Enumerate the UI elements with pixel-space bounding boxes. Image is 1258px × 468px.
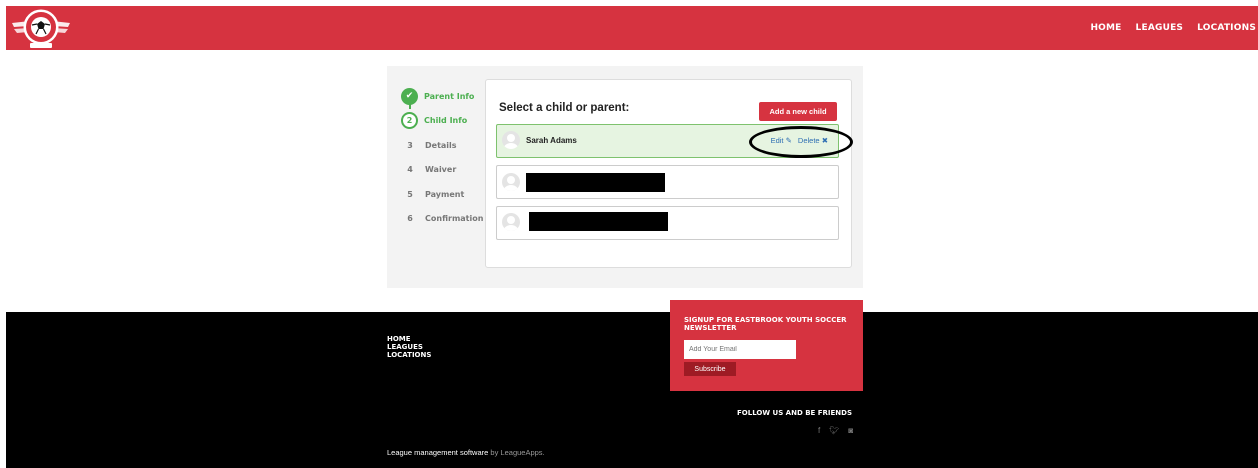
- top-navbar: HOME LEAGUES LOCATIONS: [6, 6, 1258, 50]
- annotation-circle: [749, 126, 853, 158]
- copyright-text: League management software: [387, 448, 489, 457]
- step-label: Waiver: [425, 165, 457, 175]
- page-left-margin: [0, 0, 6, 468]
- social-links: f 🐦︎ ◙: [818, 426, 853, 435]
- subscribe-button[interactable]: Subscribe: [684, 362, 736, 376]
- footer-leagues-link[interactable]: LEAGUES: [387, 343, 431, 351]
- avatar: [502, 213, 520, 231]
- footer-links: HOME LEAGUES LOCATIONS: [387, 335, 431, 359]
- newsletter-title: SIGNUP FOR EASTBROOK YOUTH SOCCER NEWSLE…: [684, 316, 847, 332]
- instagram-icon[interactable]: ◙: [848, 426, 853, 435]
- wizard-steps: ✔ Parent Info 2 Child Info 3 Details 4 W…: [401, 84, 491, 231]
- site-footer: HOME LEAGUES LOCATIONS SIGNUP FOR EASTBR…: [6, 300, 1258, 468]
- newsletter-box: SIGNUP FOR EASTBROOK YOUTH SOCCER NEWSLE…: [670, 300, 863, 391]
- step-waiver: 4 Waiver: [401, 158, 491, 183]
- child-select-panel: Select a child or parent: Add a new chil…: [485, 79, 852, 268]
- step-confirmation: 6 Confirmation: [401, 207, 491, 232]
- twitter-icon[interactable]: 🐦︎: [829, 426, 839, 435]
- step-label: Parent Info: [424, 91, 475, 101]
- step-label: Details: [425, 140, 457, 150]
- registration-wizard: ✔ Parent Info 2 Child Info 3 Details 4 W…: [387, 66, 863, 288]
- child-row[interactable]: [496, 165, 839, 199]
- footer-home-link[interactable]: HOME: [387, 335, 431, 343]
- child-row[interactable]: [496, 206, 839, 240]
- follow-heading: FOLLOW US AND BE FRIENDS: [737, 409, 853, 417]
- step-number: 5: [407, 189, 413, 199]
- step-number: 4: [407, 165, 413, 175]
- avatar: [502, 131, 520, 149]
- step-label: Payment: [425, 189, 465, 199]
- step-child-info[interactable]: 2 Child Info: [401, 109, 491, 134]
- step-number: 3: [407, 140, 413, 150]
- step-number: 2: [401, 112, 418, 130]
- redacted-name: [529, 212, 668, 231]
- nav-home-link[interactable]: HOME: [1090, 23, 1121, 33]
- child-name: Sarah Adams: [526, 136, 577, 145]
- newsletter-email-input[interactable]: [684, 340, 796, 359]
- facebook-icon[interactable]: f: [818, 426, 820, 435]
- step-details: 3 Details: [401, 133, 491, 158]
- step-label: Child Info: [424, 116, 468, 126]
- step-number: 6: [407, 214, 413, 224]
- footer-locations-link[interactable]: LOCATIONS: [387, 351, 431, 359]
- leagueapps-link[interactable]: by LeagueApps.: [490, 448, 544, 457]
- club-logo[interactable]: [10, 8, 72, 50]
- nav-leagues-link[interactable]: LEAGUES: [1136, 23, 1184, 33]
- copyright-line: League management software by LeagueApps…: [387, 448, 545, 457]
- redacted-name: [526, 173, 665, 192]
- step-label: Confirmation: [425, 214, 484, 224]
- avatar: [502, 173, 520, 191]
- nav-locations-link[interactable]: LOCATIONS: [1197, 23, 1256, 33]
- step-parent-info[interactable]: ✔ Parent Info: [401, 84, 491, 109]
- step-payment: 5 Payment: [401, 182, 491, 207]
- add-new-child-button[interactable]: Add a new child: [759, 102, 837, 121]
- panel-title: Select a child or parent:: [499, 102, 630, 114]
- main-nav: HOME LEAGUES LOCATIONS: [1090, 6, 1256, 50]
